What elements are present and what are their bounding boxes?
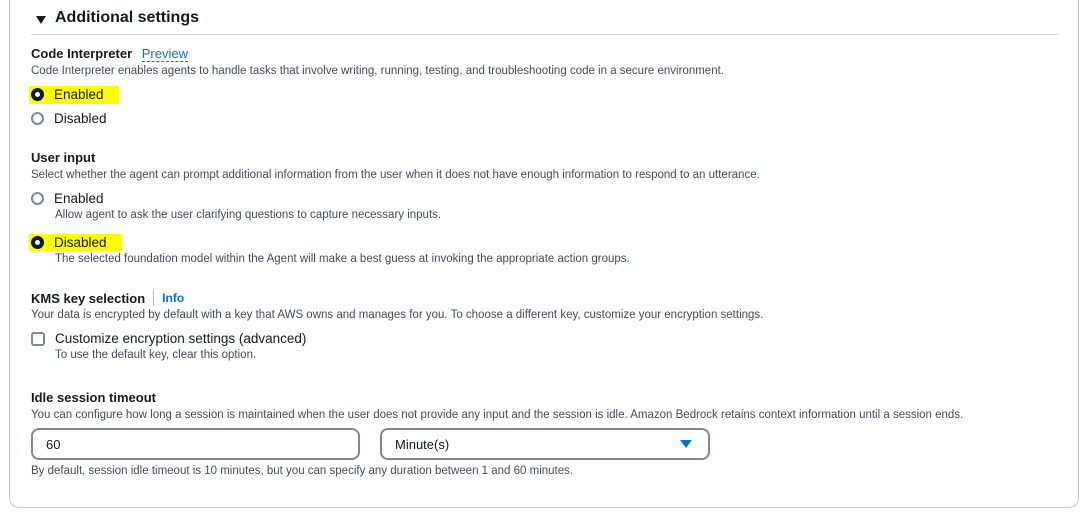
input-value: 60 <box>46 436 61 452</box>
code-interpreter-title: Code Interpreter Preview <box>31 46 189 62</box>
checkbox-label: Customize encryption settings (advanced) <box>55 331 307 346</box>
option-label: Enabled <box>54 191 104 206</box>
code-interpreter-enabled-option[interactable]: Enabled <box>31 87 104 102</box>
select-value: Minute(s) <box>395 436 450 452</box>
user-input-disabled-option[interactable]: Disabled <box>31 235 107 250</box>
checkbox-icon[interactable] <box>31 331 45 346</box>
user-input-disabled-hint: The selected foundation model within the… <box>55 253 630 265</box>
preview-badge[interactable]: Preview <box>141 46 189 62</box>
kms-label: KMS key selection <box>31 290 146 306</box>
code-interpreter-description: Code Interpreter enables agents to handl… <box>31 65 724 77</box>
idle-timeout-input[interactable]: 60 <box>31 428 360 460</box>
separator <box>153 290 155 306</box>
kms-info-link[interactable]: Info <box>162 291 184 305</box>
timeout-unit-select[interactable]: Minute(s) <box>380 428 710 460</box>
idle-timeout-title: Idle session timeout <box>31 390 156 405</box>
idle-timeout-description: You can configure how long a session is … <box>31 409 964 421</box>
option-label: Disabled <box>54 235 107 250</box>
caret-down-icon <box>36 16 46 24</box>
radio-selected-icon[interactable] <box>31 88 44 101</box>
kms-checkbox-hint: To use the default key, clear this optio… <box>55 349 257 361</box>
user-input-description: Select whether the agent can prompt addi… <box>31 169 760 181</box>
user-input-title: User input <box>31 150 96 165</box>
code-interpreter-label: Code Interpreter <box>31 46 133 61</box>
kms-description: Your data is encrypted by default with a… <box>31 309 764 321</box>
user-input-enabled-hint: Allow agent to ask the user clarifying q… <box>55 209 442 221</box>
customize-encryption-option[interactable]: Customize encryption settings (advanced) <box>31 331 306 346</box>
radio-unselected-icon[interactable] <box>31 192 44 205</box>
idle-timeout-hint: By default, session idle timeout is 10 m… <box>31 465 574 477</box>
option-label: Disabled <box>54 111 107 126</box>
additional-settings-header[interactable]: Additional settings <box>36 9 199 27</box>
code-interpreter-disabled-option[interactable]: Disabled <box>31 111 107 126</box>
kms-title: KMS key selection Info <box>31 290 184 306</box>
dropdown-triangle-icon <box>680 440 692 448</box>
radio-selected-icon[interactable] <box>31 236 44 249</box>
divider <box>31 34 1059 35</box>
user-input-enabled-option[interactable]: Enabled <box>31 191 104 206</box>
radio-unselected-icon[interactable] <box>31 112 44 125</box>
section-title: Additional settings <box>55 9 199 26</box>
option-label: Enabled <box>54 87 104 102</box>
